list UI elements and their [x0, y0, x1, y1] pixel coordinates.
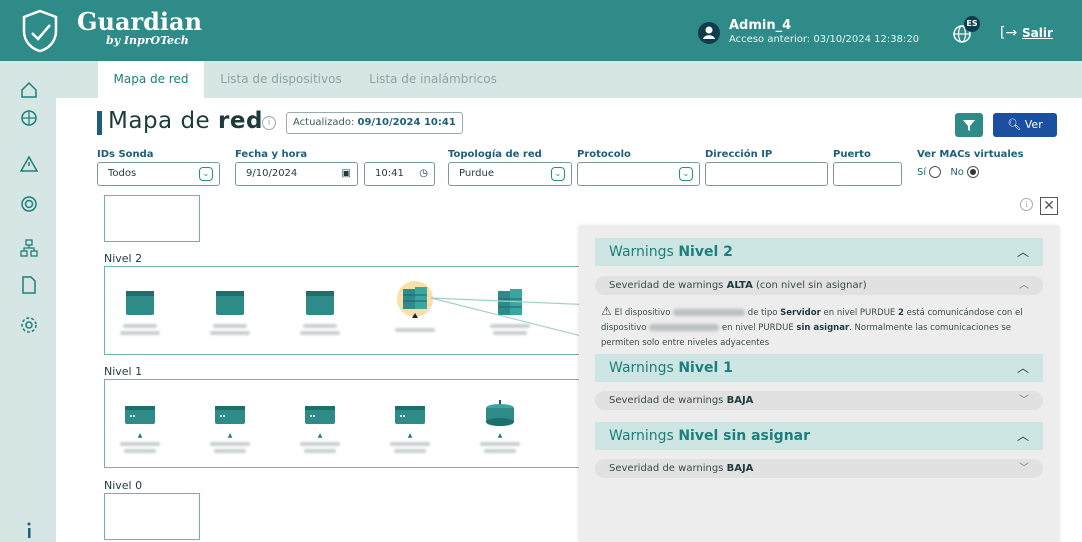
chevron-down-icon: ⌄	[199, 167, 213, 181]
chevron-up-icon: ︿	[1016, 245, 1029, 259]
triangle-marker-icon: ▲	[407, 432, 413, 439]
switch-icon	[395, 406, 425, 424]
calendar-icon: ▣	[341, 168, 351, 179]
level-0-box	[104, 493, 200, 540]
warnings-nivel1-header[interactable]: Warnings Nivel 1 ︿	[595, 354, 1043, 382]
tab-bar: Mapa de red Lista de dispositivos Lista …	[56, 61, 1082, 98]
view-button[interactable]: 🔍︎ Ver	[993, 113, 1057, 137]
switch-icon	[305, 406, 335, 424]
label-puerto: Puerto	[833, 149, 871, 160]
device-node[interactable]	[295, 287, 345, 335]
label-ip: Dirección IP	[705, 149, 773, 160]
level-1-box: ▲ ▲ ▲ ▲ ▲	[104, 379, 644, 468]
warning-triangle-icon: ⚠	[601, 304, 612, 318]
panel-info-icon[interactable]: i	[1020, 198, 1033, 211]
device-node[interactable]	[115, 287, 165, 335]
title-accent-bar	[97, 111, 102, 135]
logout-link[interactable]: Salir	[1022, 26, 1053, 40]
tab-device-list[interactable]: Lista de dispositivos	[206, 61, 356, 98]
router-node[interactable]: ▲	[475, 398, 525, 453]
warnings-unassigned-header[interactable]: Warnings Nivel sin asignar ︿	[595, 422, 1043, 450]
switch-icon	[125, 406, 155, 424]
select-ids-sonda[interactable]: Todos ⌄	[97, 162, 220, 186]
triangle-marker-icon: ▲	[227, 432, 233, 439]
server-box-icon	[216, 291, 244, 315]
chevron-down-icon: ﹀	[1019, 395, 1029, 406]
server-box-icon	[306, 291, 334, 315]
search-icon: 🔍︎	[1007, 118, 1022, 131]
warning-icon[interactable]	[20, 155, 38, 173]
warnings-nivel2-header[interactable]: Warnings Nivel 2 ︿	[595, 238, 1043, 266]
logout-icon[interactable]: [→	[1000, 25, 1017, 41]
user-avatar-icon[interactable]	[698, 22, 720, 44]
warning-message: ⚠ El dispositivo de tipo Servidor en niv…	[601, 304, 1023, 348]
switch-node[interactable]: ▲	[115, 402, 165, 453]
chevron-down-icon: ﹀	[1019, 463, 1029, 474]
home-icon[interactable]	[20, 81, 38, 99]
warnings-panel: Warnings Nivel 2 ︿ Severidad de warnings …	[579, 226, 1059, 542]
port-input[interactable]	[833, 162, 902, 186]
filter-icon	[963, 120, 975, 131]
chevron-up-icon: ︿	[1016, 429, 1029, 443]
severity-row-unassigned[interactable]: Severidad de warnings BAJA ﹀	[595, 459, 1043, 478]
server-stack-icon	[397, 281, 433, 318]
top-bar: Guardian by InprOTech Admin_4 Acceso ant…	[0, 0, 1082, 61]
shield-logo-icon	[22, 9, 58, 53]
level-1-label: Nivel 1	[104, 365, 143, 378]
document-icon[interactable]	[20, 276, 38, 294]
level-3-box	[104, 195, 200, 242]
filter-clear-button[interactable]	[955, 113, 983, 137]
radio-yes[interactable]	[929, 166, 942, 178]
chevron-down-icon: ⌄	[551, 167, 565, 181]
close-icon[interactable]: ✕	[1040, 197, 1058, 215]
label-topologia: Topología de red	[448, 149, 542, 160]
macs-radio-group: Sí No	[917, 166, 985, 178]
triangle-marker-icon: ▲	[317, 432, 323, 439]
last-access: Acceso anterior: 03/10/2024 12:38:20	[729, 34, 920, 45]
select-protocolo[interactable]: ⌄	[577, 162, 700, 186]
label-fecha-hora: Fecha y hora	[235, 149, 308, 160]
router-icon	[486, 400, 514, 426]
select-topologia[interactable]: Purdue ⌄	[448, 162, 572, 186]
language-badge[interactable]: ES	[964, 16, 980, 32]
device-node[interactable]	[205, 287, 255, 335]
sidebar	[0, 61, 56, 542]
date-input[interactable]: 9/10/2024 ▣	[235, 162, 358, 186]
switch-node[interactable]: ▲	[205, 402, 255, 453]
chevron-up-icon: ︿	[1019, 280, 1029, 291]
triangle-marker-icon: ▲	[497, 432, 503, 439]
info-i-icon[interactable]	[20, 521, 38, 539]
user-name: Admin_4	[729, 18, 792, 33]
triangle-marker-icon: ▲	[137, 432, 143, 439]
brand-subtitle: by InprOTech	[106, 34, 189, 47]
clock-icon: ◷	[419, 168, 428, 179]
updated-timestamp: Actualizado: 09/10/2024 10:41	[286, 112, 463, 134]
topology-icon[interactable]	[20, 239, 38, 257]
ip-input[interactable]	[705, 162, 828, 186]
level-2-label: Nivel 2	[104, 252, 143, 265]
tab-network-map[interactable]: Mapa de red	[98, 61, 204, 98]
info-icon[interactable]: i	[262, 116, 276, 130]
chevron-up-icon: ︿	[1016, 361, 1029, 375]
label-macs: Ver MACs virtuales	[917, 149, 1024, 160]
brand-name: Guardian	[77, 7, 203, 36]
severity-row-nivel2[interactable]: Severidad de warnings ALTA (con nivel si…	[595, 276, 1043, 295]
server-box-icon	[126, 291, 154, 315]
level-2-box	[104, 266, 644, 355]
level-0-label: Nivel 0	[104, 479, 143, 492]
label-ids-sonda: IDs Sonda	[97, 149, 154, 160]
severity-row-nivel1[interactable]: Severidad de warnings BAJA ﹀	[595, 391, 1043, 410]
time-input[interactable]: 10:41 ◷	[364, 162, 435, 186]
switch-node[interactable]: ▲	[385, 402, 435, 453]
network-globe-icon[interactable]	[20, 109, 38, 127]
chevron-down-icon: ⌄	[679, 167, 693, 181]
radar-icon[interactable]	[20, 195, 38, 213]
label-protocolo: Protocolo	[577, 149, 631, 160]
switch-icon	[215, 406, 245, 424]
page-title: Mapa de red	[108, 108, 263, 134]
tab-wireless-list[interactable]: Lista de inalámbricos	[358, 61, 508, 98]
settings-gear-icon[interactable]	[20, 316, 38, 334]
radio-no[interactable]	[966, 166, 979, 178]
switch-node[interactable]: ▲	[295, 402, 345, 453]
